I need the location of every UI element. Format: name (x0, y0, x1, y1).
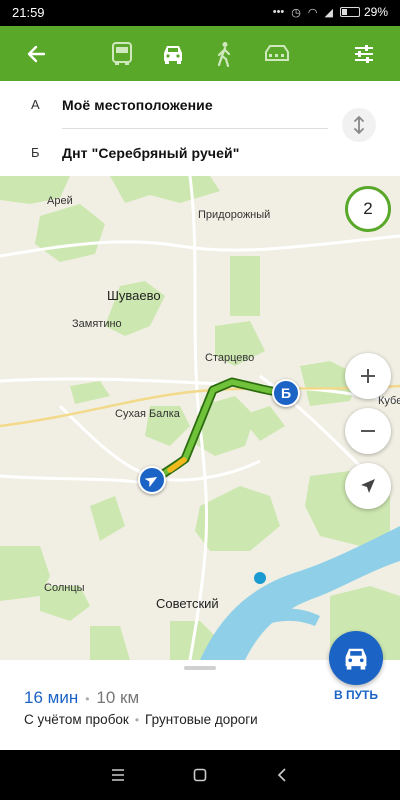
map-label-sukhaya-balka: Сухая Балка (115, 408, 180, 420)
battery-indicator: 29% (339, 5, 388, 19)
route-time: 16 мин (24, 688, 79, 707)
navigation-arrow-icon[interactable] (345, 463, 391, 509)
map-view[interactable]: Арей Придорожный Шуваево Замятино Старце… (0, 176, 400, 660)
walk-icon[interactable] (200, 26, 248, 81)
system-nav-bar (0, 750, 400, 800)
sliders-icon[interactable] (340, 26, 388, 81)
map-label-pridorozhny: Придорожный (198, 209, 271, 221)
separator-dot: • (134, 713, 140, 727)
home-square-icon[interactable] (180, 750, 220, 800)
separator-dot: • (85, 692, 90, 706)
status-bar: 21:59 ••• ◷ ◠ ◢ 29% (0, 0, 400, 26)
go-button[interactable] (329, 631, 383, 685)
status-icons: ••• ◷ ◠ ◢ 29% (273, 5, 388, 19)
menu-icon[interactable] (98, 750, 138, 800)
battery-percent: 29% (363, 5, 388, 19)
route-distance: 10 км (96, 688, 140, 707)
map-label-arey: Арей (47, 195, 73, 207)
note-traffic: С учётом пробок (24, 712, 129, 727)
map-label-startsevo: Старцево (205, 352, 255, 364)
car-icon (345, 648, 367, 670)
map-label-sovetsky: Советский (156, 596, 219, 611)
battery-icon (339, 7, 360, 17)
wifi-icon: ◠ (307, 6, 318, 19)
map-label-zamyatino: Замятино (72, 318, 122, 330)
route-to-field[interactable]: Б Днт "Серебряный ручей" (0, 129, 330, 176)
go-button-label[interactable]: В ПУТЬ (326, 688, 386, 702)
drag-handle[interactable] (184, 666, 216, 670)
map-label-solntsy: Солнцы (44, 582, 85, 594)
route-from-field[interactable]: А Моё местоположение (0, 81, 330, 128)
minus-icon[interactable] (345, 408, 391, 454)
back-triangle-icon[interactable] (262, 750, 302, 800)
map-label-kubek: Кубек (378, 395, 400, 407)
plus-icon[interactable] (345, 353, 391, 399)
map-label-shuvaevo: Шуваево (107, 288, 161, 303)
bus-icon[interactable] (98, 26, 146, 81)
alarm-icon: ◷ (291, 6, 301, 19)
start-location-marker[interactable] (138, 466, 166, 494)
car-icon[interactable] (149, 26, 197, 81)
taxi-icon[interactable] (253, 26, 301, 81)
to-letter: Б (31, 145, 40, 160)
destination-marker[interactable]: Б (272, 379, 300, 407)
signal-icon: ◢ (324, 6, 333, 19)
navigation-arrow-icon (145, 477, 158, 487)
route-summary: 16 мин • 10 км (24, 688, 139, 708)
swap-vertical-icon[interactable] (342, 108, 376, 142)
route-count-badge[interactable]: 2 (345, 186, 391, 232)
status-time: 21:59 (12, 5, 45, 20)
to-place: Днт "Серебряный ручей" (62, 144, 240, 161)
note-roads: Грунтовые дороги (145, 712, 258, 727)
route-notes: С учётом пробок • Грунтовые дороги (24, 712, 258, 727)
route-panel: А Моё местоположение Б Днт "Серебряный р… (0, 81, 400, 176)
route-toolbar (0, 26, 400, 81)
arrow-left-icon[interactable] (12, 26, 60, 81)
from-letter: А (31, 97, 40, 112)
from-place: Моё местоположение (62, 96, 213, 113)
more-icon: ••• (272, 6, 285, 18)
